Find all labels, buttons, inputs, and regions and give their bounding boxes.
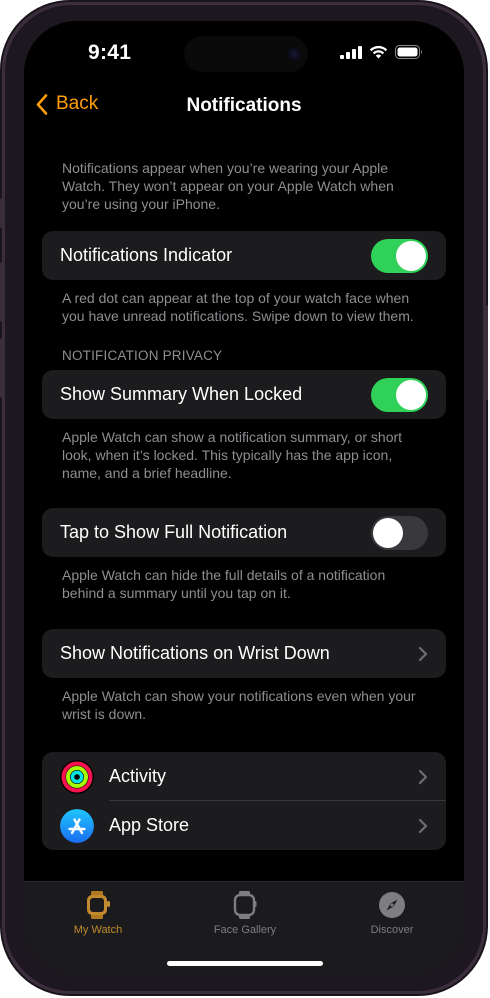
toggle-knob [396, 379, 426, 410]
tab-label: My Watch [73, 924, 123, 936]
indicator-footer: A red dot can appear at the top of your … [62, 290, 414, 324]
side-button [484, 305, 488, 400]
status-icons [340, 45, 423, 59]
intro-text: Notifications appear when you’re wearing… [62, 160, 394, 212]
tab-label: Discover [370, 924, 414, 936]
show-summary-label: Show Summary When Locked [60, 384, 303, 404]
tap-full-label: Tap to Show Full Notification [60, 522, 288, 542]
wifi-icon [369, 45, 388, 59]
watch-face-icon [233, 891, 257, 919]
tab-label: Face Gallery [213, 924, 277, 936]
tab-discover[interactable]: Discover [332, 890, 452, 936]
app-row-app-store[interactable]: App Store [42, 801, 446, 850]
battery-icon [395, 45, 422, 59]
status-bar: 9:41 [24, 21, 464, 81]
app-label: App Store [109, 815, 190, 835]
privacy-group: Show Summary When Locked [42, 370, 446, 419]
wrist-down-label: Show Notifications on Wrist Down [60, 643, 330, 663]
app-row-activity[interactable]: Activity [42, 752, 446, 801]
show-summary-toggle[interactable] [371, 377, 428, 412]
toggle-knob [396, 240, 426, 271]
tap-full-row: Tap to Show Full Notification [42, 508, 446, 557]
tap-full-footer: Apple Watch can hide the full details of… [62, 567, 386, 601]
toggle-knob [373, 517, 403, 548]
screen: 9:41 Back Notifications Notifications ap… [24, 21, 464, 975]
watch-icon [87, 891, 110, 919]
action-button [0, 198, 4, 228]
activity-rings-icon [60, 759, 94, 794]
summary-footer: Apple Watch can show a notification summ… [62, 429, 403, 481]
wrist-down-row[interactable]: Show Notifications on Wrist Down [42, 629, 446, 678]
wrist-down-group: Show Notifications on Wrist Down [42, 629, 446, 678]
camera-icon [288, 48, 300, 60]
status-time: 9:41 [88, 41, 132, 64]
chevron-right-icon [418, 818, 428, 833]
app-store-icon [60, 808, 94, 843]
privacy-header: NOTIFICATION PRIVACY [62, 348, 223, 363]
chevron-right-icon [418, 646, 428, 661]
tap-full-group: Tap to Show Full Notification [42, 508, 446, 557]
wrist-down-footer: Apple Watch can show your notifications … [62, 688, 416, 722]
notifications-indicator-label: Notifications Indicator [60, 245, 233, 265]
app-label: Activity [109, 766, 167, 786]
notifications-indicator-row: Notifications Indicator [42, 231, 446, 280]
compass-icon [379, 892, 405, 918]
notifications-indicator-toggle[interactable] [371, 238, 428, 273]
cellular-signal-icon [340, 45, 362, 59]
apps-group: Activity App Store [42, 752, 446, 850]
settings-list: Notifications appear when you’re wearing… [24, 129, 464, 850]
show-summary-row: Show Summary When Locked [42, 370, 446, 419]
home-indicator [167, 961, 323, 966]
tab-face-gallery[interactable]: Face Gallery [185, 890, 305, 936]
navigation-bar: Back Notifications [24, 85, 464, 129]
chevron-right-icon [418, 769, 428, 784]
indicator-group: Notifications Indicator [42, 231, 446, 280]
volume-up-button [0, 262, 4, 322]
tap-full-toggle[interactable] [371, 515, 428, 550]
volume-down-button [0, 338, 4, 398]
tab-my-watch[interactable]: My Watch [38, 890, 158, 936]
page-title: Notifications [186, 95, 302, 116]
